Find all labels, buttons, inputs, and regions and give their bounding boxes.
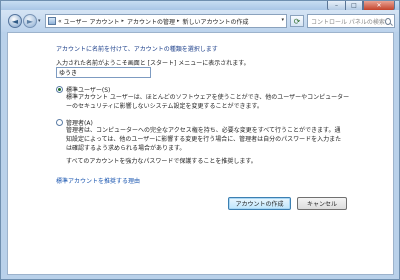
administrator-description: 管理者は、コンピューターへの完全なアクセス権を持ち、必要な変更をすべて行うことが… (66, 126, 341, 153)
search-box[interactable]: コントロール パネルの検索 (307, 14, 395, 28)
standard-user-description: 標準アカウント ユーザーは、ほとんどのソフトウェアを使うことができ、他のユーザー… (66, 93, 349, 111)
breadcrumb-manage-accounts[interactable]: アカウントの管理 (127, 17, 175, 26)
description-line: は確認するよう求められる場合があります。 (66, 145, 186, 152)
password-recommendation: すべてのアカウントを強力なパスワードで保護することを推奨します。 (66, 158, 257, 165)
recent-pages-dropdown-icon[interactable]: ▾ (38, 18, 41, 24)
content-pane: アカウントに名前を付けて、アカウントの種類を選択します 入力された名前がようこそ… (7, 32, 394, 275)
breadcrumb-create-account[interactable]: 新しいアカウントの作成 (183, 17, 249, 26)
refresh-button[interactable]: ⟳ (290, 15, 304, 27)
description-line: ーのセキュリティに影響しないシステム設定を変更することができます。 (66, 103, 263, 110)
breadcrumb-overflow[interactable]: « (58, 18, 62, 25)
title-bar[interactable]: – □ ✕ (1, 1, 399, 11)
explorer-window: – □ ✕ ◄ ► ▾ « ユーザー アカウント ▸ アカウントの管理 ▸ 新し… (0, 0, 400, 280)
address-bar[interactable]: « ユーザー アカウント ▸ アカウントの管理 ▸ 新しいアカウントの作成 ▾ (45, 14, 287, 28)
why-standard-account-link[interactable]: 標準アカウントを推奨する理由 (56, 176, 140, 185)
account-name-label: 入力された名前がようこそ画面と [スタート] メニューに表示されます。 (56, 60, 250, 67)
forward-button[interactable]: ► (23, 14, 37, 28)
page-heading: アカウントに名前を付けて、アカウントの種類を選択します (56, 46, 218, 53)
create-account-button[interactable]: アカウントの作成 (228, 197, 291, 210)
description-line: 知設定によっては、他のユーザーに影響する変更を行う場合に、管理者は自分のパスワー… (66, 136, 342, 143)
administrator-radio[interactable] (56, 119, 63, 126)
account-name-input[interactable] (56, 67, 151, 78)
back-button[interactable]: ◄ (8, 14, 22, 28)
description-line: 標準アカウント ユーザーは、ほとんどのソフトウェアを使うことができ、他のユーザー… (66, 94, 350, 101)
navigation-bar: ◄ ► ▾ « ユーザー アカウント ▸ アカウントの管理 ▸ 新しいアカウント… (1, 10, 399, 32)
address-dropdown-icon[interactable]: ▾ (281, 17, 284, 23)
search-icon[interactable] (384, 17, 391, 25)
breadcrumb-user-accounts[interactable]: ユーザー アカウント (64, 17, 120, 26)
standard-user-radio[interactable] (56, 86, 63, 93)
search-input[interactable]: コントロール パネルの検索 (311, 17, 385, 26)
control-panel-icon (48, 17, 56, 25)
breadcrumb-separator-icon[interactable]: ▸ (177, 18, 180, 24)
cancel-button[interactable]: キャンセル (297, 197, 347, 210)
description-line: 管理者は、コンピューターへの完全なアクセス権を持ち、必要な変更をすべて行うことが… (66, 127, 341, 134)
breadcrumb-separator-icon[interactable]: ▸ (121, 18, 124, 24)
